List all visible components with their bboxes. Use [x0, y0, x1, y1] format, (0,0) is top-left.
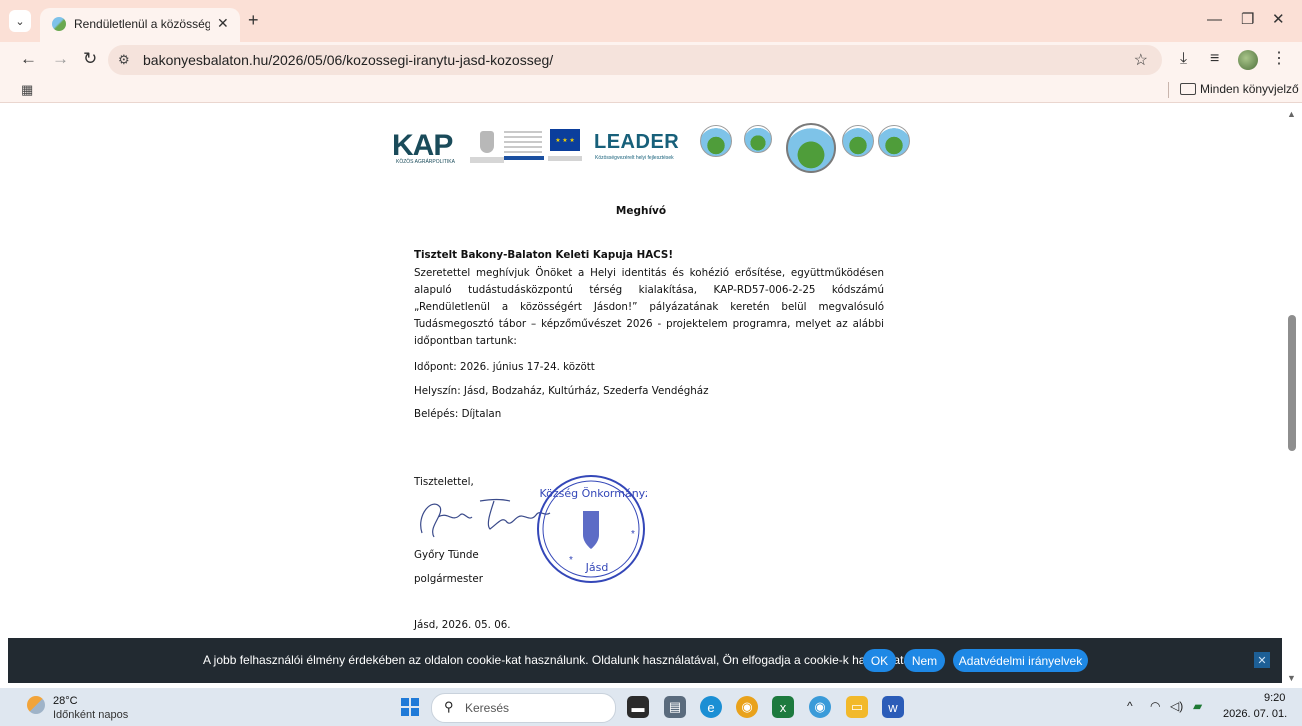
- bakony-balaton-badge: [786, 123, 836, 173]
- forward-icon[interactable]: →: [52, 50, 69, 68]
- kap-logo-text: KAP: [392, 129, 453, 162]
- partner-badge-4: [878, 125, 910, 157]
- volume-icon[interactable]: ◁): [1170, 699, 1183, 713]
- scroll-up-icon[interactable]: ▲: [1287, 109, 1296, 119]
- letter-title: Meghívó: [615, 205, 667, 217]
- profile-avatar[interactable]: [1238, 50, 1258, 70]
- letter-closing: Tisztelettel,: [414, 476, 474, 488]
- leader-logo-subtitle: Közösségvezérelt helyi fejlesztések: [595, 155, 674, 161]
- weather-icon[interactable]: [27, 696, 45, 714]
- reload-icon[interactable]: ↻: [83, 50, 97, 68]
- clock-time[interactable]: 9:20: [1264, 692, 1285, 704]
- partner-badge-1: [700, 125, 732, 157]
- search-icon: ⚲: [444, 699, 454, 714]
- partner-badge-2: [744, 125, 772, 153]
- eu-color-bar: [504, 156, 544, 160]
- folder-icon[interactable]: [1180, 83, 1196, 95]
- signer-title: polgármester: [414, 573, 483, 585]
- cookie-ok-button[interactable]: OK: [863, 649, 896, 672]
- address-url[interactable]: bakonyesbalaton.hu/2026/05/06/kozossegi-…: [143, 52, 553, 68]
- reading-list-icon[interactable]: ≡: [1210, 50, 1219, 68]
- signer-name: Győry Tünde: [414, 549, 479, 561]
- weather-temperature[interactable]: 28°C: [53, 695, 78, 707]
- apps-grid-icon[interactable]: ▦: [21, 82, 33, 98]
- tab-title: Rendületlenül a közösségért Jásd: [74, 17, 210, 31]
- bookmark-star-icon[interactable]: ☆: [1134, 50, 1148, 70]
- browser-toolbar: ← → ↻ ⚙ bakonyesbalaton.hu/2026/05/06/ko…: [0, 42, 1302, 78]
- cookie-message: A jobb felhasználói élmény érdekében az …: [203, 653, 917, 667]
- menu-kebab-icon[interactable]: ⋮: [1271, 50, 1287, 68]
- municipal-stamp: Jásd Község Önkormányzata Jásd * *: [535, 475, 647, 583]
- privacy-policy-button[interactable]: Adatvédelmi irányelvek: [953, 649, 1088, 672]
- all-bookmarks-link[interactable]: Minden könyvjelző: [1200, 82, 1299, 96]
- excel-icon[interactable]: x: [772, 696, 794, 718]
- page-scrollbar[interactable]: ▲ ▼: [1282, 103, 1302, 683]
- letter-body: Szeretettel meghívjuk Önöket a Helyi ide…: [414, 267, 884, 347]
- address-bar[interactable]: ⚙ bakonyesbalaton.hu/2026/05/06/kozosseg…: [108, 45, 1162, 75]
- funding-logos: KAP KÖZÖS AGRÁRPOLITIKA ★ ★ ★ LEADER Köz…: [392, 123, 912, 177]
- tab-close-icon[interactable]: ✕: [217, 15, 229, 32]
- kap-logo-subtitle: KÖZÖS AGRÁRPOLITIKA: [396, 159, 455, 165]
- stamp-star-icon: *: [631, 529, 635, 540]
- event-place: Helyszín: Jásd, Bodzaház, Kultúrház, Sze…: [414, 385, 709, 397]
- windows-taskbar: 28°C Időnként napos ⚲ Keresés ▬ ▤ e ◉ x …: [0, 688, 1302, 726]
- ministry-logo: [470, 157, 504, 163]
- tray-chevron-icon[interactable]: ^: [1127, 699, 1133, 713]
- cookie-decline-button[interactable]: Nem: [904, 649, 945, 672]
- cookie-consent-bar: A jobb felhasználói élmény érdekében az …: [8, 638, 1282, 683]
- download-icon[interactable]: ⤓: [1180, 50, 1187, 68]
- eu-flag-icon: ★ ★ ★: [550, 129, 580, 151]
- file-explorer-icon[interactable]: ▭: [846, 696, 868, 718]
- event-date: Időpont: 2026. június 17-24. között: [414, 361, 595, 373]
- search-placeholder: Keresés: [465, 701, 510, 715]
- chrome-canary-icon[interactable]: ◉: [736, 696, 758, 718]
- battery-icon[interactable]: ▰: [1193, 699, 1202, 713]
- active-tab[interactable]: Rendületlenül a közösségért Jásd ✕: [40, 8, 240, 42]
- word-icon[interactable]: w: [882, 696, 904, 718]
- chrome-icon[interactable]: ◉: [809, 696, 831, 718]
- task-view-icon[interactable]: ▬: [627, 696, 649, 718]
- tab-search-button[interactable]: ⌄: [9, 10, 31, 32]
- window-close-icon[interactable]: ✕: [1272, 12, 1285, 28]
- eu-text-block: [504, 131, 542, 153]
- site-info-icon[interactable]: ⚙: [118, 52, 130, 68]
- hungarian-crest-icon: [480, 131, 494, 153]
- bookmarks-bar: ▦ Minden könyvjelző: [0, 78, 1302, 103]
- eu-flag-caption: [548, 156, 582, 161]
- back-icon[interactable]: ←: [20, 50, 37, 68]
- new-tab-button[interactable]: +: [248, 11, 259, 29]
- tab-strip: ⌄ Rendületlenül a közösségért Jásd ✕ + —…: [0, 0, 1302, 42]
- weather-description[interactable]: Időnként napos: [53, 709, 128, 721]
- leader-logo: LEADER: [594, 131, 680, 153]
- clock-date[interactable]: 2026. 07. 01.: [1223, 708, 1287, 720]
- edge-icon[interactable]: e: [700, 696, 722, 718]
- page-content: KAP KÖZÖS AGRÁRPOLITIKA ★ ★ ★ LEADER Köz…: [0, 103, 1282, 638]
- letter-place-date: Jásd, 2026. 05. 06.: [414, 619, 511, 631]
- bookmarks-divider: [1168, 82, 1169, 98]
- scroll-down-icon[interactable]: ▼: [1287, 673, 1296, 683]
- scroll-thumb[interactable]: [1288, 315, 1296, 451]
- start-button[interactable]: [401, 698, 419, 716]
- partner-badge-3: [842, 125, 874, 157]
- letter-salutation: Tisztelt Bakony-Balaton Keleti Kapuja HA…: [414, 249, 674, 261]
- restore-icon[interactable]: ❐: [1241, 12, 1254, 28]
- kap-logo: KAP: [392, 129, 453, 163]
- cookie-close-icon[interactable]: ✕: [1254, 652, 1270, 668]
- calculator-icon[interactable]: ▤: [664, 696, 686, 718]
- wifi-icon[interactable]: ◠: [1150, 699, 1160, 713]
- minimize-icon[interactable]: —: [1207, 12, 1222, 28]
- site-favicon-icon: [52, 17, 66, 31]
- event-entry: Belépés: Díjtalan: [414, 408, 502, 420]
- taskbar-search[interactable]: ⚲ Keresés: [431, 693, 616, 723]
- stamp-text: Jásd Község Önkormányzata: [535, 487, 647, 500]
